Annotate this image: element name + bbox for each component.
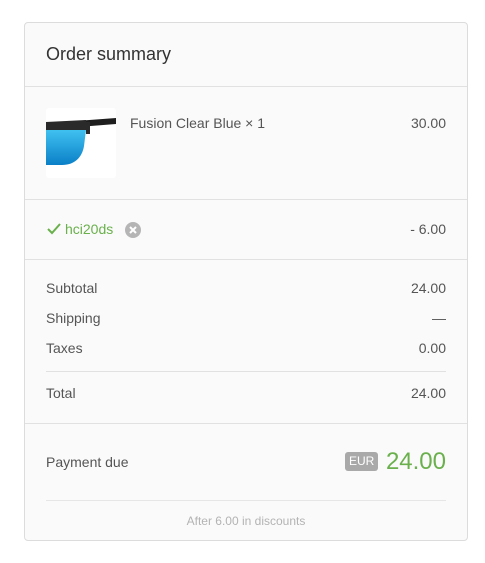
discount-amount: - 6.00 — [410, 221, 446, 237]
subtotal-value: 24.00 — [410, 280, 446, 296]
order-summary-title: Order summary — [46, 44, 172, 64]
line-item: Fusion Clear Blue × 1 30.00 — [25, 87, 467, 200]
subtotal-row: Subtotal 24.00 — [46, 280, 446, 300]
sunglasses-icon — [46, 118, 116, 165]
product-price: 30.00 — [410, 115, 446, 131]
total-value: 24.00 — [410, 385, 446, 401]
checkmark-icon — [47, 223, 61, 235]
discount-note: After 6.00 in discounts — [186, 514, 306, 528]
discount-row: hci20ds - 6.00 — [25, 200, 467, 260]
payment-due-label: Payment due — [46, 454, 129, 470]
currency-badge: EUR — [345, 452, 379, 471]
taxes-value: 0.00 — [418, 340, 446, 356]
total-row: Total 24.00 — [46, 385, 446, 405]
total-label: Total — [46, 385, 76, 401]
shipping-value: — — [432, 310, 446, 326]
remove-discount-icon[interactable] — [125, 222, 141, 238]
discount-code: hci20ds — [65, 221, 114, 237]
product-thumbnail — [46, 108, 116, 178]
order-summary-panel: Order summary Fusion Clear Blue × 1 30.0… — [24, 22, 468, 541]
totals-section: Subtotal 24.00 Shipping — Taxes 0.00 Tot… — [25, 260, 467, 424]
taxes-row: Taxes 0.00 — [46, 340, 446, 360]
payment-due-amount: 24.00 — [385, 448, 446, 475]
subtotal-label: Subtotal — [46, 280, 98, 296]
taxes-label: Taxes — [46, 340, 83, 356]
payment-divider — [46, 500, 446, 501]
order-summary-header: Order summary — [25, 23, 467, 87]
totals-divider — [46, 371, 446, 372]
shipping-label: Shipping — [46, 310, 101, 326]
shipping-row: Shipping — — [46, 310, 446, 330]
product-name: Fusion Clear Blue × 1 — [130, 115, 266, 131]
payment-due-section: Payment due EUR 24.00 After 6.00 in disc… — [25, 424, 467, 541]
